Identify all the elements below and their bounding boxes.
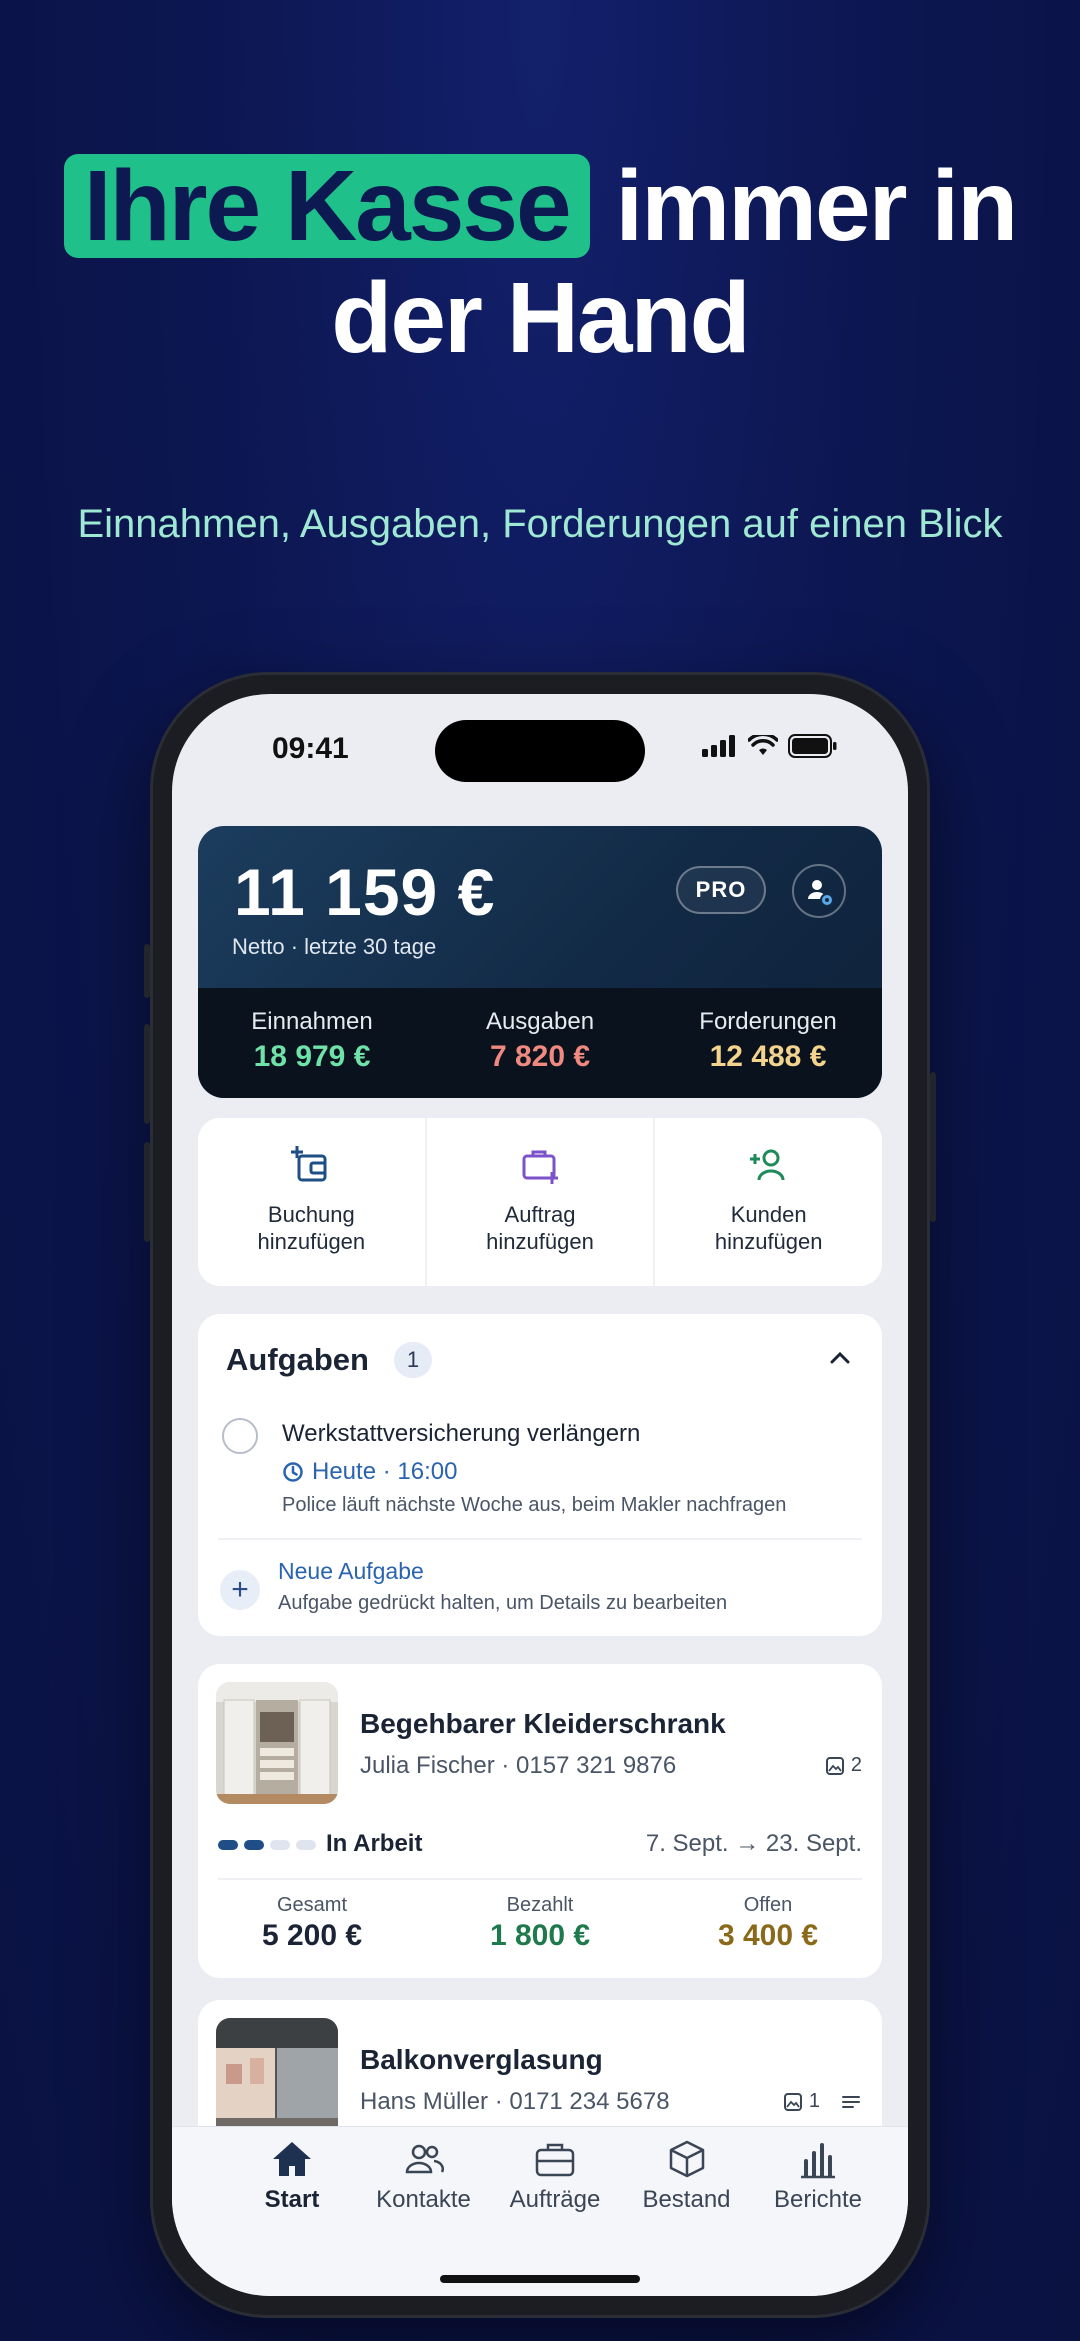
divider [218, 1878, 862, 1880]
tab-inventory[interactable]: Bestand [627, 2139, 747, 2214]
order-status: In Arbeit [326, 1830, 423, 1857]
stat-label: Ausgaben [485, 1008, 595, 1035]
pro-badge[interactable]: PRO [676, 866, 766, 914]
tasks-card: Aufgaben 1 Werkstattversicherung verläng… [198, 1314, 882, 1636]
action-label: Auftrag hinzufügen [486, 1202, 594, 1254]
add-task-icon[interactable]: + [220, 1570, 260, 1610]
phone-frame: 09:41 11 159 € Netto · letzte 30 tage PR… [144, 672, 936, 2318]
add-order-button[interactable]: Auftrag hinzufügen [427, 1118, 656, 1286]
action-label: Buchung hinzufügen [257, 1202, 366, 1254]
quick-actions: Buchung hinzufügen Auftrag hinzufügen Kund… [198, 1118, 882, 1286]
status-bar: 09:41 [172, 694, 908, 804]
order-thumbnail [216, 2018, 338, 2140]
box-icon [669, 2140, 704, 2178]
signal-icon [702, 735, 735, 757]
order-progress [218, 1840, 316, 1850]
dynamic-island [435, 720, 645, 782]
home-icon [273, 2142, 311, 2176]
image-icon [783, 2092, 802, 2111]
net-subtitle: Netto · letzte 30 tage [232, 934, 437, 959]
stat-label: Einnahmen [251, 1008, 373, 1035]
new-task-hint: Aufgabe gedrückt halten, um Details zu b… [278, 1592, 728, 1614]
stat-value: 12 488 € [709, 1040, 827, 1073]
tasks-count-badge: 1 [394, 1342, 432, 1378]
battery-icon [788, 734, 837, 758]
order-customer: Hans Müller · 0171 234 5678 [360, 2088, 670, 2115]
balance-stats: Einnahmen 18 979 € Ausgaben 7 820 € Ford… [198, 988, 882, 1098]
chevron-up-icon[interactable] [828, 1350, 852, 1366]
volume-up-button [144, 1024, 150, 1124]
total-paid: Bezahlt 1 800 € [489, 1894, 591, 1952]
tab-reports[interactable]: Berichte [758, 2139, 878, 2214]
tab-bar: Start Kontakte Aufträge Bestand Berichte [172, 2126, 908, 2296]
contacts-icon [405, 2144, 444, 2174]
briefcase-icon [535, 2143, 575, 2177]
task-title[interactable]: Werkstattversicherung verlängern [282, 1420, 640, 1448]
total-overall: Gesamt 5 200 € [261, 1894, 363, 1952]
headline-line2: der Hand [331, 262, 750, 374]
app-screen: 09:41 11 159 € Netto · letzte 30 tage PR… [172, 694, 908, 2296]
headline-highlight: Ihre Kasse [63, 154, 590, 258]
stat-expenses[interactable]: Ausgaben 7 820 € [426, 988, 654, 1098]
stat-value: 18 979 € [253, 1040, 371, 1073]
promo-headline: Ihre Kasse immer in der Hand [0, 150, 1080, 374]
order-thumbnail [216, 1682, 338, 1804]
user-plus-icon [749, 1149, 785, 1181]
divider [218, 1538, 862, 1540]
task-checkbox[interactable] [222, 1418, 258, 1454]
balance-card[interactable]: 11 159 € Netto · letzte 30 tage PRO Einn… [198, 826, 882, 1098]
net-amount: 11 159 € [234, 855, 496, 929]
image-icon [825, 1756, 844, 1775]
task-due-text: Heute · 16:00 [312, 1458, 458, 1485]
briefcase-plus-icon [522, 1150, 558, 1184]
order-title: Begehbarer Kleiderschrank [360, 1708, 726, 1739]
order-image-count: 2 [825, 1754, 862, 1777]
order-customer: Julia Fischer · 0157 321 9876 [360, 1752, 677, 1779]
notes-icon [842, 2095, 860, 2108]
tab-orders[interactable]: Aufträge [495, 2139, 615, 2214]
tasks-title: Aufgaben [226, 1342, 369, 1377]
order-image-count: 1 [783, 2090, 862, 2113]
wallet-plus-icon [291, 1146, 327, 1182]
stat-label: Forderungen [699, 1008, 837, 1035]
status-time: 09:41 [272, 732, 349, 765]
order-title: Balkonverglasung [360, 2044, 603, 2075]
order-totals: Gesamt 5 200 € Bezahlt 1 800 € Offen 3 400 … [198, 1894, 882, 1953]
volume-down-button [144, 1142, 150, 1242]
bar-chart-icon [801, 2143, 835, 2179]
tab-contacts[interactable]: Kontakte [364, 2139, 484, 2214]
new-task-button[interactable]: Neue Aufgabe [278, 1558, 424, 1585]
tab-start[interactable]: Start [232, 2139, 352, 2214]
clock-icon [283, 1462, 303, 1482]
action-label: Kunden hinzufügen [714, 1202, 823, 1254]
stat-income[interactable]: Einnahmen 18 979 € [198, 988, 426, 1098]
order-dates: 7. Sept. → 23. Sept. [645, 1830, 862, 1857]
wifi-icon [748, 735, 778, 755]
home-indicator[interactable] [440, 2275, 640, 2283]
task-note: Police läuft nächste Woche aus, beim Mak… [282, 1494, 787, 1516]
user-settings-icon [808, 880, 834, 907]
add-customer-button[interactable]: Kunden hinzufügen [655, 1118, 882, 1286]
stat-value: 7 820 € [489, 1040, 591, 1073]
promo-subline: Einnahmen, Ausgaben, Forderungen auf ein… [77, 502, 1003, 546]
status-icons [702, 734, 838, 758]
stat-receivables[interactable]: Forderungen 12 488 € [654, 988, 882, 1098]
headline-rest: immer in [615, 150, 1018, 262]
add-booking-button[interactable]: Buchung hinzufügen [198, 1118, 427, 1286]
order-card[interactable]: Begehbarer Kleiderschrank Julia Fischer … [198, 1664, 882, 1978]
mute-switch [144, 944, 150, 998]
profile-settings-button[interactable] [792, 864, 846, 918]
power-button [930, 1072, 936, 1222]
total-open: Offen 3 400 € [717, 1894, 819, 1952]
task-due: Heute · 16:00 [282, 1458, 457, 1486]
